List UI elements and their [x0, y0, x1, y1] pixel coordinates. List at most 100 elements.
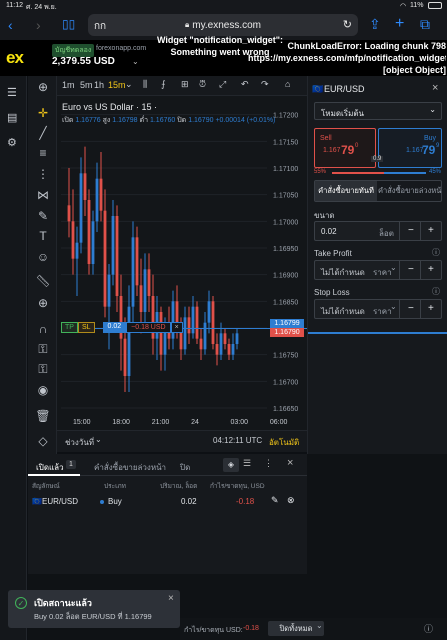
exness-logo[interactable]: ex: [6, 48, 24, 68]
candle-body: [187, 317, 191, 334]
tp-increase-button[interactable]: +: [428, 264, 434, 275]
menu-icon[interactable]: ☰: [7, 86, 17, 99]
tab-pending-order[interactable]: คำสั่งซื้อขายล่วงหน้า: [378, 181, 442, 201]
brush-icon[interactable]: ✎: [35, 209, 51, 223]
sell-sentiment: 55%: [314, 169, 327, 175]
crosshair-icon[interactable]: ✛: [35, 106, 51, 120]
sl-drag-handle[interactable]: SL: [77, 322, 95, 333]
utc-clock[interactable]: 04:12:11 UTC: [213, 436, 262, 445]
pattern-icon[interactable]: ⋈: [35, 188, 51, 202]
more-icon[interactable]: ⋮: [264, 458, 273, 469]
edit-icon[interactable]: ✎: [271, 495, 279, 506]
buy-button[interactable]: Buy 1.167 79 9: [378, 128, 442, 168]
close-icon[interactable]: ×: [168, 593, 174, 604]
candle-type-icon[interactable]: ⫼: [143, 79, 147, 90]
auto-scale-toggle[interactable]: อัตโนมัติ: [269, 436, 299, 449]
fullscreen-icon[interactable]: ⤢: [219, 79, 226, 90]
share-icon[interactable]: ⇪: [369, 16, 381, 33]
table-row[interactable]: 🇪🇺︎ EUR/USD Buy 0.02 -0.18 ✎ ⊗: [28, 492, 307, 512]
date-range-button[interactable]: ช่วงวันที่: [65, 436, 94, 449]
ohlc-readout: เปิด 1.16776 สูง 1.16798 ต่ำ 1.16760 ปิด…: [62, 115, 275, 126]
divider: [399, 300, 400, 318]
alert-icon[interactable]: ⏰︎: [199, 79, 206, 90]
emoji-icon[interactable]: ☺: [35, 250, 51, 264]
trash-icon[interactable]: 🗑︎: [35, 409, 51, 423]
volume-decrease-button[interactable]: −: [408, 225, 414, 236]
close-position-icon[interactable]: ⊗: [287, 495, 295, 506]
tab-market-order[interactable]: คำสั่งซื้อขายทันที: [315, 181, 377, 201]
collapse-icon[interactable]: ◇: [35, 434, 51, 448]
address-bar[interactable]: กก 🔒︎ my.exness.com ↻: [88, 14, 358, 36]
forward-icon[interactable]: ›: [36, 17, 41, 33]
timeframe-5m[interactable]: 5m: [80, 80, 93, 90]
tab-open-positions[interactable]: เปิดแล้ว: [36, 461, 64, 474]
add-indicator-icon[interactable]: ⊕: [35, 80, 51, 94]
x-tick-label: 18:00: [112, 419, 130, 426]
indicators-icon[interactable]: ⨍: [161, 79, 166, 90]
account-balance[interactable]: 2,379.55 USD: [52, 56, 115, 67]
price-chart[interactable]: 1.17200 1.17150 1.17100 1.17050 1.17000 1.169…: [57, 96, 307, 430]
lock-drawing-icon[interactable]: ⚿: [35, 342, 51, 357]
volume-increase-button[interactable]: +: [428, 225, 434, 236]
sl-increase-button[interactable]: +: [428, 303, 434, 314]
y-tick-label: 1.17200: [273, 113, 298, 120]
info-icon[interactable]: ⓘ: [432, 286, 440, 297]
close-icon[interactable]: ×: [287, 457, 293, 469]
trend-line-icon[interactable]: ╱: [35, 126, 51, 140]
help-icon[interactable]: ⓘ: [424, 622, 433, 635]
lock-all-icon[interactable]: ⚿: [35, 362, 51, 377]
magnet-icon[interactable]: ∩: [35, 322, 51, 336]
horizontal-lines-icon[interactable]: ≡: [35, 146, 51, 160]
chevron-down-icon[interactable]: ⌄: [316, 621, 323, 630]
close-position-icon[interactable]: ×: [170, 322, 183, 333]
fib-icon[interactable]: ⋮: [35, 167, 51, 181]
take-profit-input[interactable]: ไม่ได้กำหนด: [321, 266, 365, 279]
stop-loss-input[interactable]: ไม่ได้กำหนด: [321, 305, 365, 318]
tp-drag-handle[interactable]: TP: [61, 322, 78, 333]
sl-decrease-button[interactable]: −: [408, 303, 414, 314]
eye-icon[interactable]: ◉: [35, 383, 51, 397]
layers-icon[interactable]: ☰: [243, 458, 251, 469]
chevron-down-icon[interactable]: ⌄: [132, 57, 139, 66]
text-icon[interactable]: T: [35, 229, 51, 243]
zoom-icon[interactable]: ⊕: [35, 296, 51, 310]
view-toggle-icon[interactable]: ◈: [223, 458, 239, 472]
ohlc-low-label: ต่ำ: [139, 117, 149, 124]
take-profit-label: Take Profit: [314, 249, 352, 258]
open-count-badge: 1: [66, 460, 76, 469]
timeframe-1h[interactable]: 1h: [94, 80, 104, 90]
volume-input[interactable]: 0.02: [321, 227, 337, 236]
order-mode-select[interactable]: โหมดเริ่มต้น ⌄: [314, 102, 442, 120]
tp-decrease-button[interactable]: −: [408, 264, 414, 275]
tab-pending-orders[interactable]: คำสั่งซื้อขายล่วงหน้า: [94, 461, 166, 474]
chevron-down-icon[interactable]: ⌄: [95, 435, 102, 444]
candle-body: [235, 333, 239, 344]
undo-icon[interactable]: ↶: [241, 79, 249, 90]
reload-icon[interactable]: ↻: [343, 18, 352, 31]
tab-closed[interactable]: ปิด: [180, 461, 190, 474]
chart-symbol-title: Euro vs US Dollar · 15 ·: [62, 102, 158, 112]
sell-button[interactable]: Sell 1.167 79 0: [314, 128, 376, 168]
camera-icon[interactable]: ⌂: [285, 79, 290, 89]
back-icon[interactable]: ‹: [8, 17, 13, 33]
book-icon[interactable]: ▯▯: [62, 17, 75, 31]
layout-icon[interactable]: ⊞: [181, 79, 189, 90]
chevron-down-icon[interactable]: ⌄: [125, 79, 133, 90]
position-line-label[interactable]: TP SL 0.02 −0.18 USD ×: [61, 322, 183, 333]
timeframe-15m[interactable]: 15m: [108, 80, 126, 90]
settings-icon[interactable]: ⚙: [7, 136, 17, 149]
timeframe-1m[interactable]: 1m: [62, 80, 75, 90]
order-symbol[interactable]: EUR/USD: [324, 84, 365, 94]
redo-icon[interactable]: ↷: [261, 79, 269, 90]
ruler-icon[interactable]: 📏︎: [35, 274, 51, 288]
calendar-icon[interactable]: ▤: [7, 111, 17, 124]
close-icon[interactable]: ×: [432, 82, 438, 94]
notification-toast[interactable]: ✓ เปิดสถานะแล้ว Buy 0.02 ล็อต EUR/USD ที…: [8, 590, 180, 628]
new-tab-icon[interactable]: +: [395, 15, 404, 33]
candlestick-chart[interactable]: 1.17200 1.17150 1.17100 1.17050 1.17000 1.169…: [57, 96, 307, 430]
tabs-icon[interactable]: ⧉: [420, 16, 430, 33]
sl-unit-select[interactable]: ราคา: [373, 305, 392, 318]
tp-unit-select[interactable]: ราคา: [373, 266, 392, 279]
info-icon[interactable]: ⓘ: [432, 247, 440, 258]
reader-aa[interactable]: กก: [94, 19, 106, 34]
